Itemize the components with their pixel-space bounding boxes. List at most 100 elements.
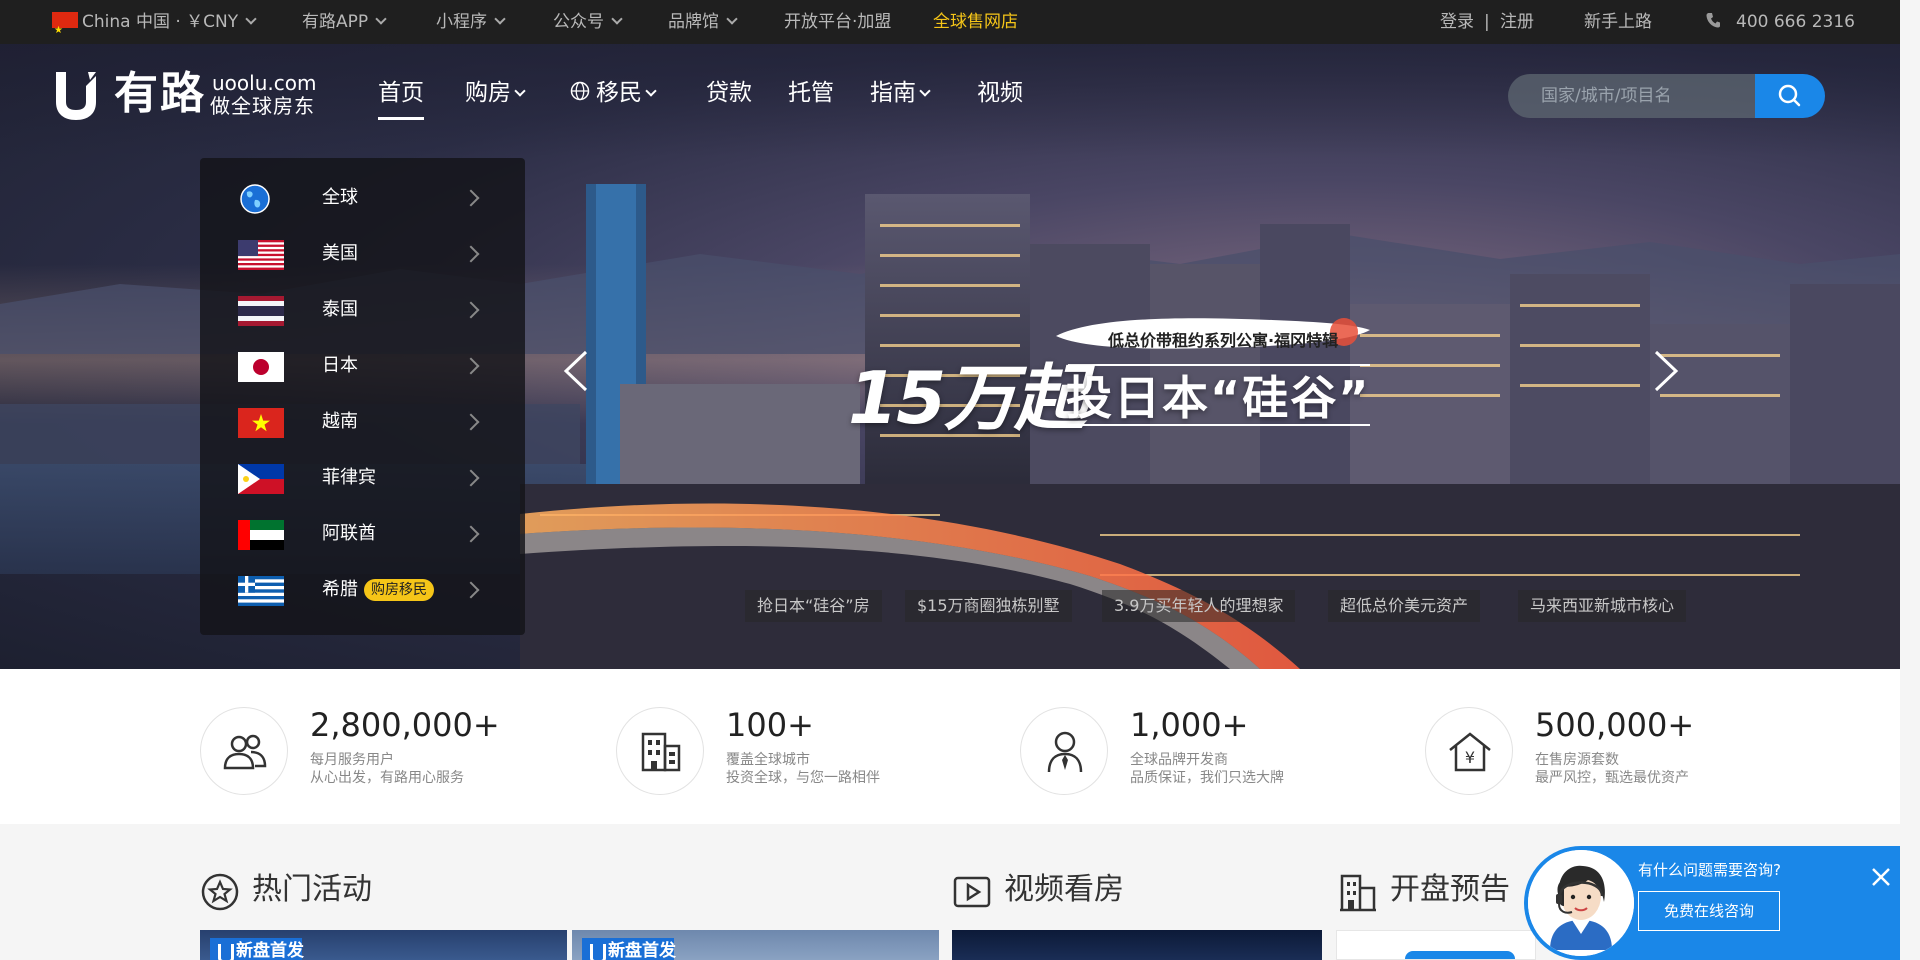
country-item-thailand[interactable]: 泰国	[200, 282, 525, 338]
chevron-right-icon	[462, 301, 480, 319]
chevron-left-icon	[563, 350, 588, 392]
app-menu[interactable]: 有路APP	[302, 0, 387, 44]
globe-icon	[240, 184, 270, 214]
country-dropdown: 全球 美国 泰国 日本 越南 菲律宾 阿联酋 希腊 购房移民	[200, 158, 525, 635]
beginner-guide-link[interactable]: 新手上路	[1584, 0, 1652, 44]
opening-preview-card[interactable]	[1336, 930, 1536, 960]
chevron-right-icon	[462, 189, 480, 207]
flag-philippines-icon	[238, 464, 284, 494]
house-yen-icon: ¥	[1449, 732, 1491, 772]
search-box	[1508, 74, 1825, 118]
country-item-greece[interactable]: 希腊 购房移民	[200, 562, 525, 618]
region-selector[interactable]: China 中国 · ￥CNY	[52, 0, 257, 53]
banner-tag[interactable]: $15万商圈独栋别墅	[905, 590, 1072, 622]
new-release-tag: 新盘首发	[210, 938, 304, 960]
nav-management[interactable]: 托管	[788, 78, 834, 126]
chevron-down-icon	[726, 13, 738, 25]
country-item-global[interactable]: 全球	[200, 170, 525, 226]
country-item-philippines[interactable]: 菲律宾	[200, 450, 525, 506]
businessman-icon	[1047, 731, 1083, 773]
brand-hall-menu[interactable]: 品牌馆	[668, 0, 738, 44]
flag-usa-icon	[238, 240, 284, 270]
consult-widget: 有什么问题需要咨询? 免费在线咨询	[1524, 846, 1900, 960]
top-bar: China 中国 · ￥CNY 有路APP 小程序 公众号 品牌馆 开放平台·加…	[0, 0, 1900, 53]
event-card[interactable]: 新盘首发	[572, 930, 939, 960]
china-flag-icon	[52, 9, 78, 53]
event-card[interactable]: 新盘首发	[200, 930, 567, 960]
globe-icon	[570, 81, 590, 100]
miniprogram-menu[interactable]: 小程序	[436, 0, 506, 44]
banner-tag[interactable]: 3.9万买年轻人的理想家	[1102, 590, 1296, 622]
country-item-japan[interactable]: 日本	[200, 338, 525, 394]
search-icon	[1778, 84, 1801, 107]
logo-domain: uoolu.com	[212, 71, 317, 95]
country-item-uae[interactable]: 阿联酋	[200, 506, 525, 562]
chevron-down-icon	[514, 85, 526, 97]
logo-slogan: 做全球房东	[210, 94, 315, 118]
register-link[interactable]: 注册	[1500, 0, 1534, 44]
banner-tag[interactable]: 马来西亚新城市核心	[1518, 590, 1687, 622]
chevron-down-icon	[611, 13, 623, 25]
banner-subtitle: 低总价带租约系列公寓·福冈特辑	[1108, 331, 1339, 350]
chevron-right-icon	[462, 245, 480, 263]
flag-japan-icon	[238, 352, 284, 382]
chevron-down-icon	[245, 13, 257, 25]
official-account-menu[interactable]: 公众号	[553, 0, 623, 44]
banner-tag[interactable]: 抢日本“硅谷”房	[745, 590, 882, 622]
customer-service-avatar	[1528, 850, 1634, 956]
nav-buy[interactable]: 购房	[465, 78, 526, 126]
free-consult-button[interactable]: 免费在线咨询	[1638, 891, 1780, 931]
chevron-right-icon	[462, 469, 480, 487]
opening-tab-indicator	[1405, 951, 1515, 959]
logo-text: 有路	[114, 68, 206, 119]
video-card[interactable]	[952, 930, 1322, 960]
banner-headline: 15万起 投日本“硅谷”	[848, 356, 1371, 440]
purchase-immigration-badge: 购房移民	[364, 579, 434, 601]
users-icon	[223, 734, 267, 770]
chevron-right-icon	[462, 581, 480, 599]
stats-bar: 2,800,000+ 每月服务用户 从心出发，有路用心服务 100+ 覆盖全球城…	[0, 669, 1900, 824]
banner-divider-top	[1068, 364, 1370, 366]
uoolu-logo-icon	[56, 72, 96, 120]
nav-home[interactable]: 首页	[378, 78, 424, 120]
star-circle-icon	[201, 873, 239, 911]
carousel-prev-button[interactable]	[562, 350, 590, 392]
hotline: 400 666 2316	[1706, 0, 1855, 44]
flag-vietnam-icon	[238, 408, 284, 438]
chevron-down-icon	[919, 85, 931, 97]
open-platform-link[interactable]: 开放平台·加盟	[784, 0, 891, 44]
consult-question: 有什么问题需要咨询?	[1638, 861, 1781, 879]
chevron-right-icon	[462, 525, 480, 543]
flag-thailand-icon	[238, 296, 284, 326]
chevron-right-icon	[1654, 350, 1679, 392]
svg-text:¥: ¥	[1465, 748, 1475, 767]
carousel-next-button[interactable]	[1652, 350, 1680, 392]
site-logo[interactable]: 有路 uoolu.com 做全球房东	[52, 68, 332, 122]
banner-tag[interactable]: 超低总价美元资产	[1328, 590, 1481, 622]
chevron-right-icon	[462, 357, 480, 375]
close-icon[interactable]	[1870, 866, 1892, 888]
nav-loans[interactable]: 贷款	[706, 78, 752, 126]
phone-icon	[1706, 13, 1720, 28]
country-item-usa[interactable]: 美国	[200, 226, 525, 282]
login-link[interactable]: 登录	[1440, 0, 1474, 44]
chevron-down-icon	[375, 13, 387, 25]
building-icon	[1340, 874, 1376, 912]
video-play-icon	[953, 876, 991, 908]
new-release-tag: 新盘首发	[582, 938, 676, 960]
customer-service-agent-icon	[1528, 850, 1634, 956]
nav-guide[interactable]: 指南	[870, 78, 931, 126]
global-store-link[interactable]: 全球售网店	[933, 0, 1018, 44]
separator: |	[1484, 12, 1490, 32]
flag-uae-icon	[238, 520, 284, 550]
country-item-vietnam[interactable]: 越南	[200, 394, 525, 450]
chevron-right-icon	[462, 413, 480, 431]
nav-video[interactable]: 视频	[977, 78, 1023, 126]
nav-immigration[interactable]: 移民	[570, 78, 657, 126]
search-button[interactable]	[1755, 74, 1825, 118]
banner-divider-bottom	[1068, 424, 1370, 426]
chevron-down-icon	[494, 13, 506, 25]
buildings-icon	[641, 732, 681, 772]
search-input[interactable]	[1508, 74, 1755, 118]
flag-greece-icon	[238, 576, 284, 606]
